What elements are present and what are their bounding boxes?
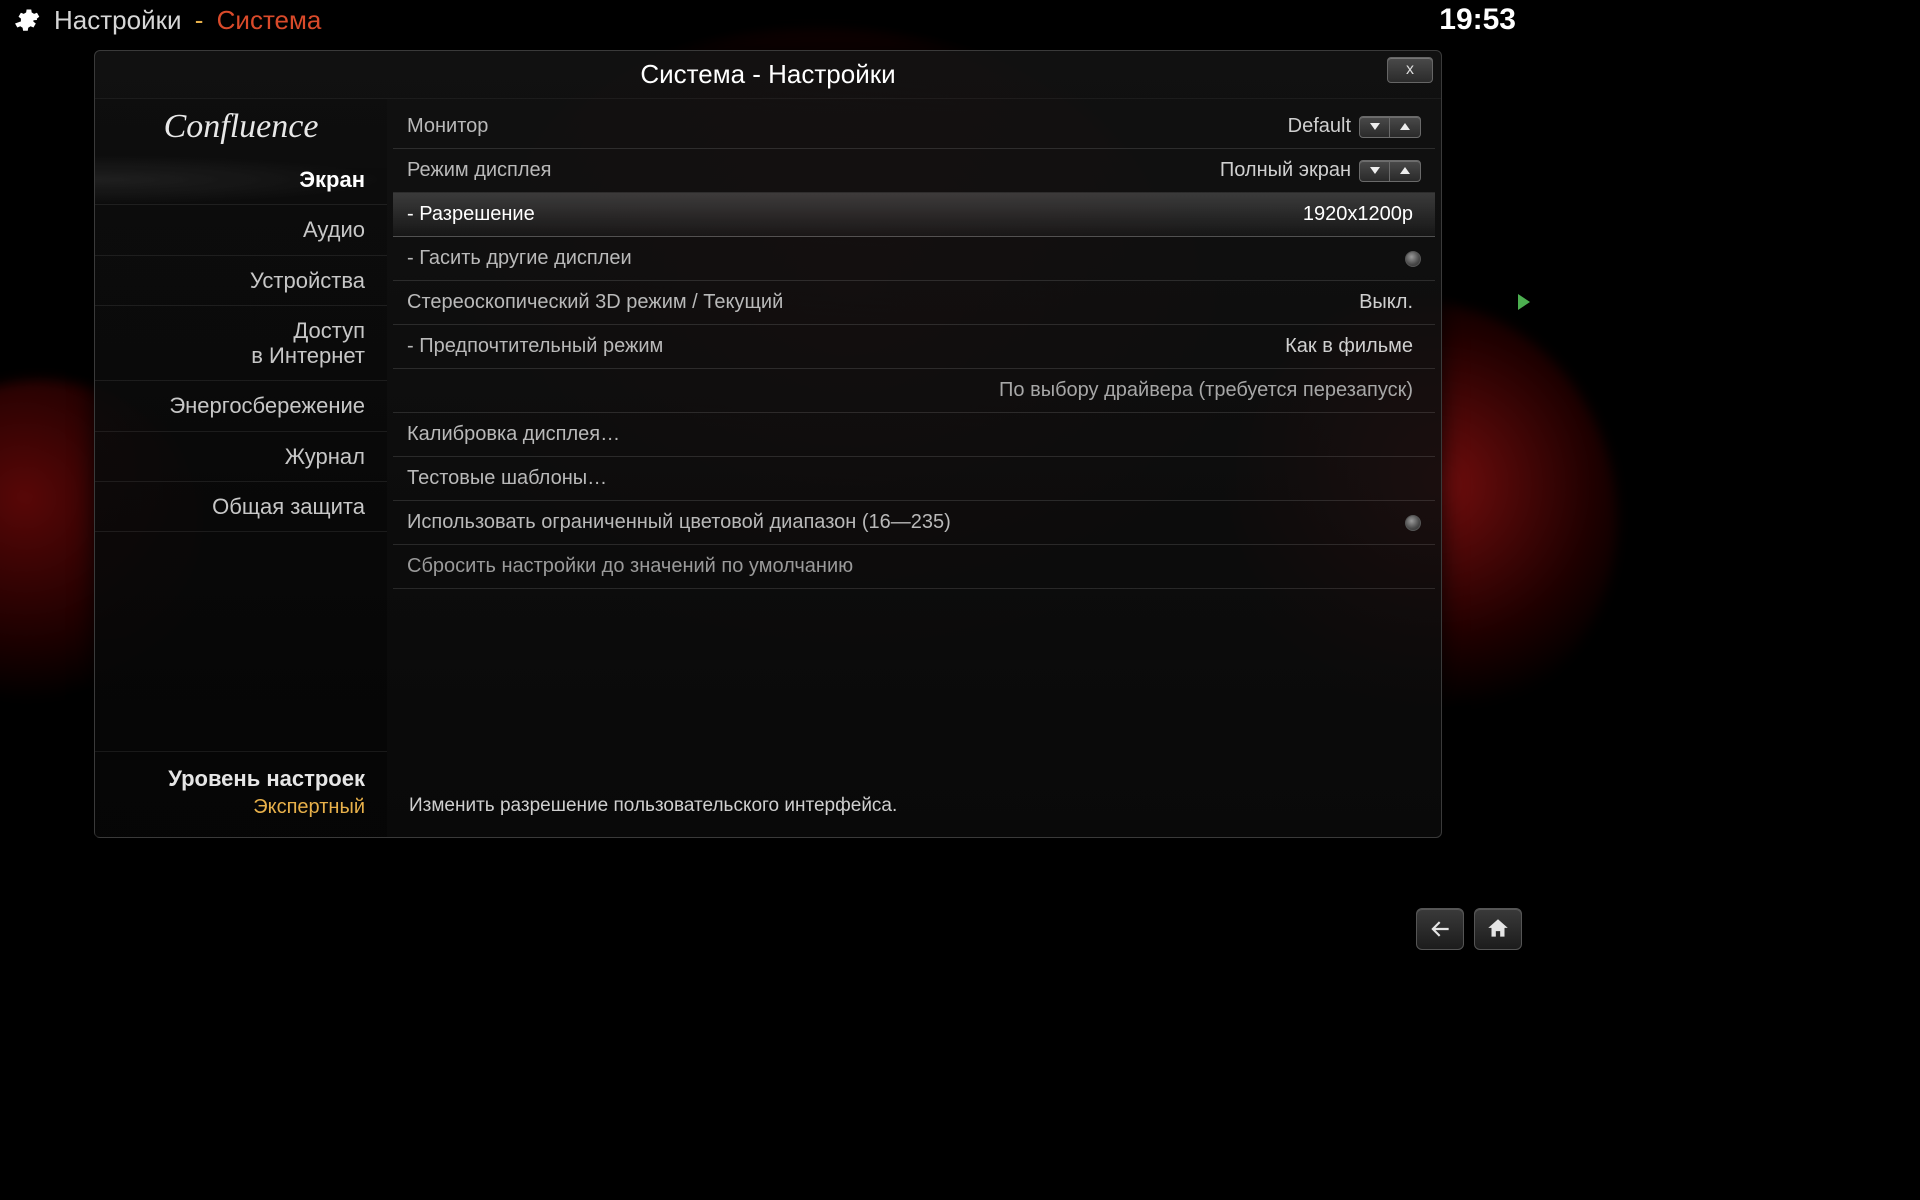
- setting-label: Режим дисплея: [407, 159, 552, 182]
- topbar: Настройки - Система 19:53: [0, 0, 1536, 40]
- setting-label: Использовать ограниченный цветовой диапа…: [407, 511, 951, 534]
- setting-label: Монитор: [407, 115, 488, 138]
- settings-level-label: Уровень настроек: [117, 766, 365, 792]
- chevron-up-icon: [1400, 167, 1410, 174]
- close-icon: x: [1406, 61, 1414, 79]
- hint-text: Изменить разрешение пользовательского ин…: [393, 777, 1435, 837]
- settings-level-block[interactable]: Уровень настроек Экспертный: [95, 751, 387, 837]
- spinner-up-button[interactable]: [1390, 117, 1420, 137]
- spinner-down-button[interactable]: [1360, 117, 1390, 137]
- setting-row-10[interactable]: Сбросить настройки до значений по умолча…: [393, 545, 1435, 589]
- setting-row-7[interactable]: Калибровка дисплея…: [393, 413, 1435, 457]
- setting-row-9[interactable]: Использовать ограниченный цветовой диапа…: [393, 501, 1435, 545]
- breadcrumb-section: Настройки: [54, 5, 182, 35]
- setting-value: По выбору драйвера (требуется перезапуск…: [999, 379, 1413, 402]
- setting-label: - Гасить другие дисплеи: [407, 247, 632, 270]
- breadcrumb: Настройки - Система: [54, 5, 321, 36]
- sidebar-item-2[interactable]: Устройства: [95, 256, 387, 306]
- setting-row-3[interactable]: - Гасить другие дисплеи: [393, 237, 1435, 281]
- setting-label: Тестовые шаблоны…: [407, 467, 607, 490]
- sidebar-item-3[interactable]: Доступв Интернет: [95, 306, 387, 382]
- sidebar-item-6[interactable]: Общая защита: [95, 482, 387, 532]
- spinner: [1359, 160, 1421, 182]
- setting-label: - Разрешение: [407, 203, 535, 226]
- chevron-down-icon: [1370, 167, 1380, 174]
- setting-row-8[interactable]: Тестовые шаблоны…: [393, 457, 1435, 501]
- setting-label: Калибровка дисплея…: [407, 423, 620, 446]
- cursor-icon: [1518, 294, 1530, 310]
- back-button[interactable]: [1416, 908, 1464, 950]
- spinner: [1359, 116, 1421, 138]
- setting-value: Выкл.: [1359, 291, 1413, 314]
- spinner-up-button[interactable]: [1390, 161, 1420, 181]
- breadcrumb-page: Система: [217, 5, 322, 35]
- sidebar: Confluence ЭкранАудиоУстройстваДоступв И…: [95, 99, 387, 837]
- setting-row-6[interactable]: По выбору драйвера (требуется перезапуск…: [393, 369, 1435, 413]
- setting-value: Как в фильме: [1285, 335, 1413, 358]
- toggle-indicator[interactable]: [1405, 515, 1421, 531]
- setting-row-2[interactable]: - Разрешение 1920x1200p: [393, 193, 1435, 237]
- spinner-down-button[interactable]: [1360, 161, 1390, 181]
- sidebar-item-4[interactable]: Энергосбережение: [95, 381, 387, 431]
- gear-icon: [10, 4, 42, 36]
- home-button[interactable]: [1474, 908, 1522, 950]
- dock: [1416, 908, 1522, 950]
- setting-row-1[interactable]: Режим дисплея Полный экран: [393, 149, 1435, 193]
- chevron-down-icon: [1370, 123, 1380, 130]
- setting-row-5[interactable]: - Предпочтительный режим Как в фильме: [393, 325, 1435, 369]
- skin-logo: Confluence: [95, 99, 387, 155]
- setting-value: Default: [1288, 115, 1351, 138]
- setting-label: Стереоскопический 3D режим / Текущий: [407, 291, 783, 314]
- setting-value: Полный экран: [1220, 159, 1351, 182]
- setting-row-0[interactable]: Монитор Default: [393, 105, 1435, 149]
- setting-row-4[interactable]: Стереоскопический 3D режим / Текущий Выкл…: [393, 281, 1435, 325]
- breadcrumb-dash: -: [195, 5, 204, 35]
- window-header: Система - Настройки x: [95, 51, 1441, 99]
- setting-label: Сбросить настройки до значений по умолча…: [407, 555, 853, 578]
- clock: 19:53: [1439, 3, 1516, 37]
- toggle-indicator[interactable]: [1405, 251, 1421, 267]
- sidebar-item-0[interactable]: Экран: [95, 155, 387, 205]
- window-title: Система - Настройки: [640, 59, 895, 90]
- settings-window: Система - Настройки x Confluence ЭкранАу…: [94, 50, 1442, 838]
- content-panel: Монитор Default Режим дисплея Полный экран -…: [387, 99, 1441, 837]
- close-button[interactable]: x: [1387, 57, 1433, 83]
- chevron-up-icon: [1400, 123, 1410, 130]
- settings-level-value: Экспертный: [117, 796, 365, 819]
- sidebar-item-5[interactable]: Журнал: [95, 432, 387, 482]
- setting-label: - Предпочтительный режим: [407, 335, 663, 358]
- sidebar-item-1[interactable]: Аудио: [95, 205, 387, 255]
- setting-value: 1920x1200p: [1303, 203, 1413, 226]
